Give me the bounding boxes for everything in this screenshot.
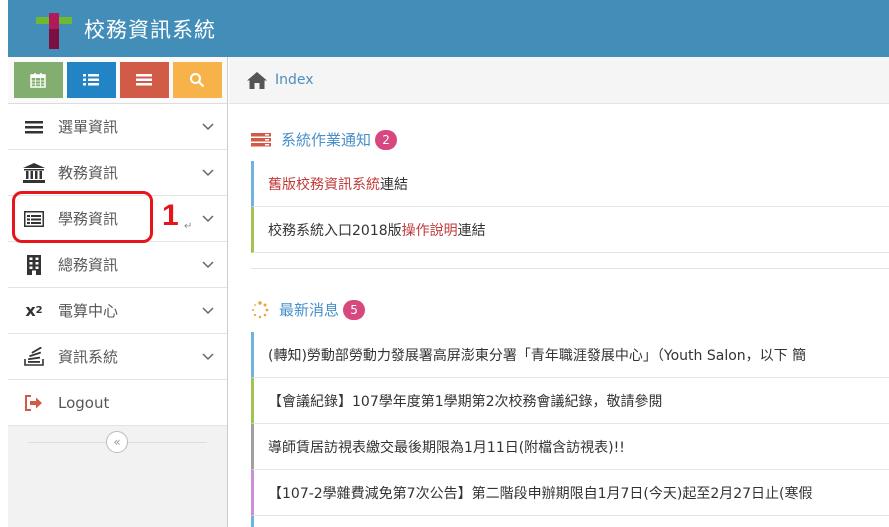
bank-icon bbox=[22, 161, 46, 185]
spinner-icon bbox=[252, 300, 269, 318]
home-icon bbox=[247, 71, 267, 89]
breadcrumb: Index bbox=[229, 57, 889, 104]
list-item-text: 連結 bbox=[380, 176, 408, 193]
sidebar-item-computer-center[interactable]: x2 電算中心 bbox=[8, 288, 227, 334]
logo bbox=[36, 9, 72, 49]
annotation-return-mark: ↵ bbox=[184, 221, 193, 232]
breadcrumb-index-link[interactable]: Index bbox=[275, 72, 314, 88]
sidebar-item-label: 電算中心 bbox=[58, 302, 119, 320]
manual-link[interactable]: 操作說明 bbox=[402, 220, 458, 240]
logout-button[interactable]: Logout bbox=[8, 380, 227, 426]
list-item[interactable]: 導師賃居訪視表繳交最後期限為1月11日(附檔含訪視表)!! bbox=[251, 424, 889, 470]
notices-section-title: 系統作業通知 2 bbox=[251, 129, 398, 150]
list-item[interactable]: 【會議紀錄】107學年度第1學期第2次校務會議紀錄，敬請參閱 bbox=[251, 378, 889, 424]
sign-out-icon bbox=[22, 391, 46, 415]
superscript-icon: x2 bbox=[25, 301, 43, 320]
list-shortcut-button[interactable] bbox=[66, 62, 116, 98]
app-frame: 校務資訊系統 選單資訊 教務資訊 學務資訊 總務資訊 x 2 電算中心 資訊系統… bbox=[0, 0, 889, 527]
notices-count-badge: 2 bbox=[375, 129, 398, 150]
sidebar-item-info-systems[interactable]: 資訊系統 bbox=[8, 334, 227, 380]
list-item-text: 校務系統入口2018版 bbox=[268, 222, 402, 239]
menu-shortcut-button[interactable] bbox=[119, 62, 169, 98]
sidebar-item-label: 總務資訊 bbox=[58, 256, 119, 274]
news-count-badge: 5 bbox=[343, 299, 366, 320]
list-item[interactable]: 舊版校務資訊系統 連結 bbox=[251, 161, 889, 207]
menu-bars-icon bbox=[22, 115, 46, 139]
search-shortcut-button[interactable] bbox=[172, 62, 222, 98]
annotation-number: 1 bbox=[162, 199, 179, 232]
list-item[interactable]: 【107-2學雜費減免第7次公告】第二階段申辦期限自1月7日(今天)起至2月27… bbox=[251, 470, 889, 516]
chevron-down-icon bbox=[202, 169, 214, 177]
news-section-title: 最新消息 5 bbox=[251, 299, 366, 320]
annotation-highlight-box bbox=[12, 191, 153, 243]
sidebar-shortcuts bbox=[8, 57, 227, 104]
sidebar: 選單資訊 教務資訊 學務資訊 總務資訊 x2 電算中心 資訊系統 Logout … bbox=[8, 57, 228, 527]
app-title[interactable]: 校務資訊系統 bbox=[84, 14, 216, 44]
chevron-down-icon bbox=[202, 123, 214, 131]
news-list: (轉知)勞動部勞動力發展署高屏澎東分署「青年職涯發展中心」（Youth Salo… bbox=[251, 332, 889, 527]
notices-title: 系統作業通知 bbox=[281, 131, 372, 149]
sidebar-item-academic[interactable]: 教務資訊 bbox=[8, 150, 227, 196]
building-icon bbox=[22, 253, 46, 277]
sidebar-item-label: 資訊系統 bbox=[58, 348, 119, 366]
menu-icon bbox=[136, 74, 152, 86]
server-icon bbox=[251, 132, 271, 146]
sidebar-item-label: 教務資訊 bbox=[58, 164, 119, 182]
chevron-down-icon bbox=[202, 261, 214, 269]
top-navbar: 校務資訊系統 bbox=[8, 0, 889, 57]
calendar-icon bbox=[30, 73, 46, 88]
sidebar-item-label: 選單資訊 bbox=[58, 118, 119, 136]
sidebar-collapse-row: « bbox=[8, 426, 227, 460]
stack-icon bbox=[22, 345, 46, 369]
old-system-link[interactable]: 舊版校務資訊系統 bbox=[268, 174, 380, 194]
section-divider bbox=[251, 268, 889, 269]
calendar-shortcut-button[interactable] bbox=[13, 62, 63, 98]
list-item[interactable]: (轉知)勞動部勞動力發展署高屏澎東分署「青年職涯發展中心」（Youth Salo… bbox=[251, 332, 889, 378]
logout-label: Logout bbox=[58, 393, 110, 412]
chevron-down-icon bbox=[202, 215, 214, 223]
sidebar-item-general-affairs[interactable]: 總務資訊 bbox=[8, 242, 227, 288]
notices-list: 舊版校務資訊系統 連結 校務系統入口2018版 操作說明 連結 bbox=[251, 161, 889, 253]
chevron-down-icon bbox=[202, 307, 214, 315]
list-item-text: 連結 bbox=[457, 222, 486, 239]
main-content: 系統作業通知 2 舊版校務資訊系統 連結 校務系統入口2018版 操作說明 連結 最新… bbox=[229, 105, 889, 527]
list-item[interactable]: 校務系統入口2018版 操作說明 連結 bbox=[251, 207, 889, 253]
list-icon bbox=[83, 74, 99, 86]
news-title: 最新消息 bbox=[279, 301, 340, 319]
search-icon bbox=[190, 73, 205, 88]
list-item[interactable] bbox=[251, 516, 889, 527]
sidebar-collapse-button[interactable]: « bbox=[106, 431, 128, 453]
chevron-down-icon bbox=[202, 353, 214, 361]
sidebar-item-menu-info[interactable]: 選單資訊 bbox=[8, 104, 227, 150]
